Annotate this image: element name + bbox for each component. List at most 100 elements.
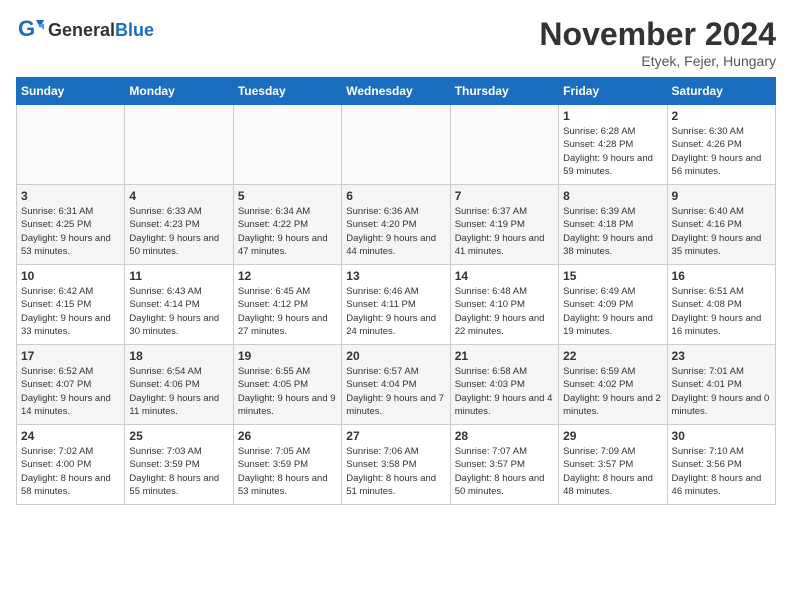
- day-number: 9: [672, 189, 771, 203]
- calendar-day-cell: [342, 105, 450, 185]
- day-info: Sunrise: 6:55 AM Sunset: 4:05 PM Dayligh…: [238, 365, 337, 418]
- calendar-day-cell: 30 Sunrise: 7:10 AM Sunset: 3:56 PM Dayli…: [667, 425, 775, 505]
- day-info: Sunrise: 6:33 AM Sunset: 4:23 PM Dayligh…: [129, 205, 228, 258]
- day-info: Sunrise: 7:10 AM Sunset: 3:56 PM Dayligh…: [672, 445, 771, 498]
- calendar-day-cell: 6 Sunrise: 6:36 AM Sunset: 4:20 PM Daylig…: [342, 185, 450, 265]
- day-info: Sunrise: 6:36 AM Sunset: 4:20 PM Dayligh…: [346, 205, 445, 258]
- header: G GeneralBlue November 2024 Etyek, Fejer…: [16, 16, 776, 69]
- day-info: Sunrise: 6:34 AM Sunset: 4:22 PM Dayligh…: [238, 205, 337, 258]
- day-number: 5: [238, 189, 337, 203]
- calendar-day-cell: 19 Sunrise: 6:55 AM Sunset: 4:05 PM Dayli…: [233, 345, 341, 425]
- day-number: 14: [455, 269, 554, 283]
- calendar-day-cell: 26 Sunrise: 7:05 AM Sunset: 3:59 PM Dayli…: [233, 425, 341, 505]
- day-number: 15: [563, 269, 662, 283]
- month-title: November 2024: [539, 16, 776, 53]
- day-info: Sunrise: 6:58 AM Sunset: 4:03 PM Dayligh…: [455, 365, 554, 418]
- day-info: Sunrise: 6:43 AM Sunset: 4:14 PM Dayligh…: [129, 285, 228, 338]
- day-number: 7: [455, 189, 554, 203]
- day-number: 24: [21, 429, 120, 443]
- day-number: 19: [238, 349, 337, 363]
- calendar-day-cell: 16 Sunrise: 6:51 AM Sunset: 4:08 PM Dayli…: [667, 265, 775, 345]
- day-info: Sunrise: 6:30 AM Sunset: 4:26 PM Dayligh…: [672, 125, 771, 178]
- day-number: 8: [563, 189, 662, 203]
- day-number: 25: [129, 429, 228, 443]
- day-info: Sunrise: 7:02 AM Sunset: 4:00 PM Dayligh…: [21, 445, 120, 498]
- day-info: Sunrise: 6:31 AM Sunset: 4:25 PM Dayligh…: [21, 205, 120, 258]
- calendar-week-row: 24 Sunrise: 7:02 AM Sunset: 4:00 PM Dayli…: [17, 425, 776, 505]
- weekday-header-cell: Saturday: [667, 78, 775, 105]
- day-number: 21: [455, 349, 554, 363]
- day-number: 10: [21, 269, 120, 283]
- weekday-header-cell: Friday: [559, 78, 667, 105]
- day-number: 4: [129, 189, 228, 203]
- day-number: 1: [563, 109, 662, 123]
- calendar-day-cell: 5 Sunrise: 6:34 AM Sunset: 4:22 PM Daylig…: [233, 185, 341, 265]
- day-info: Sunrise: 6:39 AM Sunset: 4:18 PM Dayligh…: [563, 205, 662, 258]
- calendar-week-row: 10 Sunrise: 6:42 AM Sunset: 4:15 PM Dayli…: [17, 265, 776, 345]
- weekday-header-cell: Monday: [125, 78, 233, 105]
- weekday-header-cell: Wednesday: [342, 78, 450, 105]
- day-info: Sunrise: 7:01 AM Sunset: 4:01 PM Dayligh…: [672, 365, 771, 418]
- day-info: Sunrise: 6:59 AM Sunset: 4:02 PM Dayligh…: [563, 365, 662, 418]
- day-number: 26: [238, 429, 337, 443]
- calendar-table: SundayMondayTuesdayWednesdayThursdayFrid…: [16, 77, 776, 505]
- day-number: 6: [346, 189, 445, 203]
- day-info: Sunrise: 6:51 AM Sunset: 4:08 PM Dayligh…: [672, 285, 771, 338]
- calendar-day-cell: 3Sunrise: 6:31 AM Sunset: 4:25 PM Daylig…: [17, 185, 125, 265]
- day-info: Sunrise: 6:45 AM Sunset: 4:12 PM Dayligh…: [238, 285, 337, 338]
- day-info: Sunrise: 6:28 AM Sunset: 4:28 PM Dayligh…: [563, 125, 662, 178]
- day-number: 11: [129, 269, 228, 283]
- calendar-day-cell: 10 Sunrise: 6:42 AM Sunset: 4:15 PM Dayli…: [17, 265, 125, 345]
- day-info: Sunrise: 6:54 AM Sunset: 4:06 PM Dayligh…: [129, 365, 228, 418]
- day-number: 30: [672, 429, 771, 443]
- day-info: Sunrise: 6:49 AM Sunset: 4:09 PM Dayligh…: [563, 285, 662, 338]
- calendar-day-cell: 12Sunrise: 6:45 AM Sunset: 4:12 PM Dayli…: [233, 265, 341, 345]
- day-number: 17: [21, 349, 120, 363]
- day-info: Sunrise: 6:46 AM Sunset: 4:11 PM Dayligh…: [346, 285, 445, 338]
- day-info: Sunrise: 7:09 AM Sunset: 3:57 PM Dayligh…: [563, 445, 662, 498]
- title-area: November 2024 Etyek, Fejer, Hungary: [539, 16, 776, 69]
- day-number: 23: [672, 349, 771, 363]
- calendar-day-cell: 11 Sunrise: 6:43 AM Sunset: 4:14 PM Dayli…: [125, 265, 233, 345]
- day-number: 29: [563, 429, 662, 443]
- calendar-day-cell: 15 Sunrise: 6:49 AM Sunset: 4:09 PM Dayli…: [559, 265, 667, 345]
- calendar-day-cell: 7Sunrise: 6:37 AM Sunset: 4:19 PM Daylig…: [450, 185, 558, 265]
- day-info: Sunrise: 6:48 AM Sunset: 4:10 PM Dayligh…: [455, 285, 554, 338]
- day-info: Sunrise: 7:05 AM Sunset: 3:59 PM Dayligh…: [238, 445, 337, 498]
- day-number: 27: [346, 429, 445, 443]
- calendar-day-cell: 29 Sunrise: 7:09 AM Sunset: 3:57 PM Dayli…: [559, 425, 667, 505]
- day-number: 16: [672, 269, 771, 283]
- calendar-day-cell: [233, 105, 341, 185]
- day-number: 22: [563, 349, 662, 363]
- day-info: Sunrise: 6:42 AM Sunset: 4:15 PM Dayligh…: [21, 285, 120, 338]
- calendar-day-cell: [17, 105, 125, 185]
- calendar-day-cell: 9 Sunrise: 6:40 AM Sunset: 4:16 PM Daylig…: [667, 185, 775, 265]
- day-info: Sunrise: 6:40 AM Sunset: 4:16 PM Dayligh…: [672, 205, 771, 258]
- weekday-header-cell: Sunday: [17, 78, 125, 105]
- calendar-day-cell: 24 Sunrise: 7:02 AM Sunset: 4:00 PM Dayli…: [17, 425, 125, 505]
- calendar-day-cell: 18Sunrise: 6:54 AM Sunset: 4:06 PM Dayli…: [125, 345, 233, 425]
- calendar-day-cell: 13 Sunrise: 6:46 AM Sunset: 4:11 PM Dayli…: [342, 265, 450, 345]
- calendar-day-cell: 1 Sunrise: 6:28 AM Sunset: 4:28 PM Daylig…: [559, 105, 667, 185]
- calendar-day-cell: 17 Sunrise: 6:52 AM Sunset: 4:07 PM Dayli…: [17, 345, 125, 425]
- day-number: 13: [346, 269, 445, 283]
- logo: G GeneralBlue: [16, 16, 154, 44]
- day-info: Sunrise: 7:03 AM Sunset: 3:59 PM Dayligh…: [129, 445, 228, 498]
- calendar-day-cell: [450, 105, 558, 185]
- calendar-day-cell: 22 Sunrise: 6:59 AM Sunset: 4:02 PM Dayli…: [559, 345, 667, 425]
- logo-text: GeneralBlue: [48, 20, 154, 41]
- calendar-day-cell: 28Sunrise: 7:07 AM Sunset: 3:57 PM Dayli…: [450, 425, 558, 505]
- day-info: Sunrise: 7:06 AM Sunset: 3:58 PM Dayligh…: [346, 445, 445, 498]
- calendar-week-row: 17 Sunrise: 6:52 AM Sunset: 4:07 PM Dayli…: [17, 345, 776, 425]
- day-number: 28: [455, 429, 554, 443]
- calendar-day-cell: 20Sunrise: 6:57 AM Sunset: 4:04 PM Dayli…: [342, 345, 450, 425]
- day-number: 2: [672, 109, 771, 123]
- calendar-week-row: 1 Sunrise: 6:28 AM Sunset: 4:28 PM Daylig…: [17, 105, 776, 185]
- day-info: Sunrise: 6:52 AM Sunset: 4:07 PM Dayligh…: [21, 365, 120, 418]
- calendar-day-cell: [125, 105, 233, 185]
- weekday-header-row: SundayMondayTuesdayWednesdayThursdayFrid…: [17, 78, 776, 105]
- calendar-day-cell: 25 Sunrise: 7:03 AM Sunset: 3:59 PM Dayli…: [125, 425, 233, 505]
- day-number: 20: [346, 349, 445, 363]
- calendar-day-cell: 21 Sunrise: 6:58 AM Sunset: 4:03 PM Dayli…: [450, 345, 558, 425]
- logo-icon: G: [16, 16, 44, 44]
